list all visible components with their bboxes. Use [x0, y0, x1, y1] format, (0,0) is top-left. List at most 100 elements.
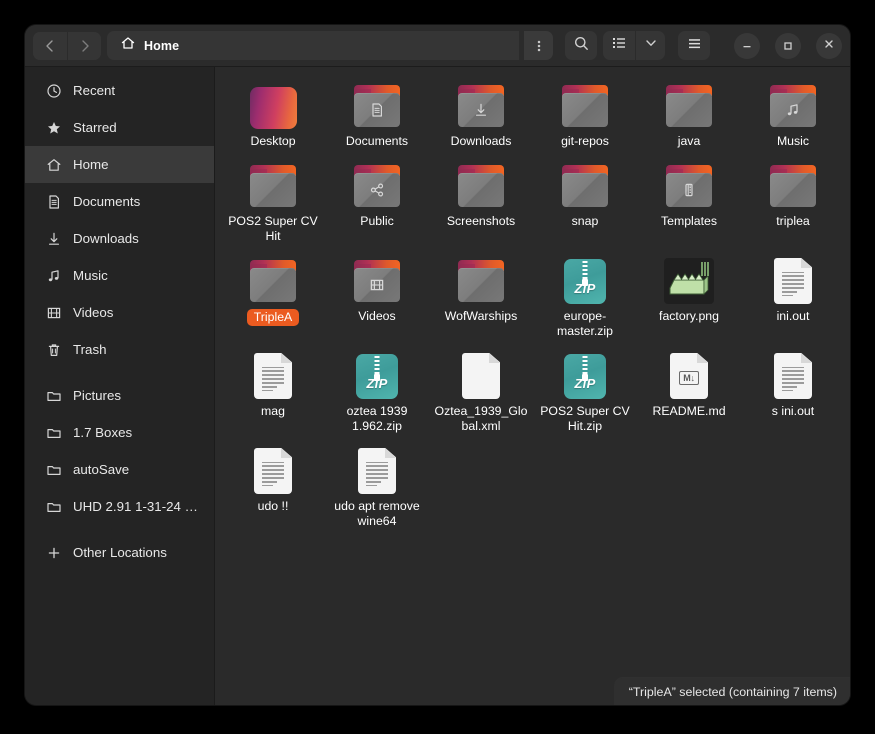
folder-icon	[560, 165, 610, 209]
sidebar-item-recent[interactable]: Recent	[25, 72, 214, 109]
sidebar-item-label: Music	[73, 268, 108, 283]
file-item[interactable]: POS2 Super CV Hit	[221, 155, 325, 250]
sidebar-item-music[interactable]: Music	[25, 257, 214, 294]
sidebar-item-label: Home	[73, 157, 109, 172]
main-menu-button[interactable]	[678, 31, 710, 60]
download-icon	[45, 230, 62, 247]
file-label: java	[677, 134, 701, 148]
sidebar-separator	[25, 368, 214, 377]
list-view-button[interactable]	[603, 31, 635, 60]
file-item[interactable]: M↓ README.md	[637, 345, 741, 440]
forward-button[interactable]	[67, 31, 101, 60]
sidebar-item-pictures[interactable]: Pictures	[25, 377, 214, 414]
folder-icon	[45, 498, 62, 515]
file-item[interactable]: Public	[325, 155, 429, 250]
doc-lines	[262, 461, 284, 487]
file-label: udo apt remove wine64	[334, 499, 420, 528]
file-label: s ini.out	[771, 404, 815, 418]
folder-icon	[248, 260, 298, 304]
file-label: oztea 1939 1.962.zip	[346, 404, 408, 433]
sidebar-item-label: Recent	[73, 83, 116, 98]
sidebar-item-1-7-boxes[interactable]: 1.7 Boxes	[25, 414, 214, 451]
file-item[interactable]: mag	[221, 345, 325, 440]
sidebar-item-documents[interactable]: Documents	[25, 183, 214, 220]
window-body: Recent Starred Home Documents Downloads Music…	[25, 67, 850, 705]
doc-lines	[782, 271, 804, 297]
file-icon	[557, 79, 613, 129]
file-item[interactable]: TripleA	[221, 250, 325, 345]
folder-icon	[768, 165, 818, 209]
file-item[interactable]: git-repos	[533, 75, 637, 155]
file-item[interactable]: Screenshots	[429, 155, 533, 250]
file-label: README.md	[652, 404, 726, 418]
file-label: ini.out	[776, 309, 810, 323]
file-item[interactable]: Downloads	[429, 75, 533, 155]
path-bar[interactable]: Home	[107, 31, 519, 60]
folder-icon	[560, 85, 610, 129]
file-item[interactable]: Videos	[325, 250, 429, 345]
sidebar-item-downloads[interactable]: Downloads	[25, 220, 214, 257]
file-item[interactable]: Templates	[637, 155, 741, 250]
sidebar-item-label: Documents	[73, 194, 141, 209]
view-dropdown-button[interactable]	[635, 31, 665, 60]
file-item[interactable]: ZiP POS2 Super CV Hit.zip	[533, 345, 637, 440]
folder-icon	[456, 85, 506, 129]
minimize-button[interactable]	[734, 32, 760, 59]
chevron-down-icon	[644, 36, 658, 55]
file-label: europe-master.zip	[556, 309, 614, 338]
file-item[interactable]: ini.out	[741, 250, 845, 345]
file-label: triplea	[776, 214, 810, 228]
close-icon	[823, 37, 835, 55]
close-button[interactable]	[816, 32, 842, 59]
file-item[interactable]: triplea	[741, 155, 845, 250]
file-item[interactable]: s ini.out	[741, 345, 845, 440]
search-button[interactable]	[565, 31, 597, 60]
file-item[interactable]: Desktop	[221, 75, 325, 155]
doc-lines	[782, 366, 804, 392]
sidebar-item-starred[interactable]: Starred	[25, 109, 214, 146]
file-item[interactable]: Oztea_1939_Global.xml	[429, 345, 533, 440]
doc-lines	[366, 461, 388, 487]
sidebar-item-home[interactable]: Home	[25, 146, 214, 183]
file-item[interactable]: java	[637, 75, 741, 155]
file-item[interactable]: factory.png	[637, 250, 741, 345]
document-icon	[45, 193, 62, 210]
maximize-button[interactable]	[775, 32, 801, 59]
file-item[interactable]: udo apt remove wine64	[325, 440, 429, 535]
file-item[interactable]: ZiP europe-master.zip	[533, 250, 637, 345]
sidebar-item-autosave[interactable]: autoSave	[25, 451, 214, 488]
path-options-button[interactable]	[524, 31, 553, 60]
file-label: Music	[776, 134, 810, 148]
sidebar-item-label: Downloads	[73, 231, 139, 246]
home-icon	[120, 35, 136, 56]
file-item[interactable]: ZiP oztea 1939 1.962.zip	[325, 345, 429, 440]
list-view-icon	[611, 35, 627, 56]
file-icon	[453, 254, 509, 304]
file-icon	[765, 349, 821, 399]
file-label: Screenshots	[446, 214, 516, 228]
sidebar-item-other-locations[interactable]: Other Locations	[25, 534, 214, 571]
file-grid-area: Desktop Documents Downloads git-repos java Mu…	[215, 67, 850, 705]
file-item[interactable]: Music	[741, 75, 845, 155]
sidebar-item-uhd-2-91-1-31-24[interactable]: UHD 2.91 1-31-24 …	[25, 488, 214, 525]
home-icon	[45, 156, 62, 173]
header-bar: Home	[25, 25, 850, 67]
sidebar-item-videos[interactable]: Videos	[25, 294, 214, 331]
file-item[interactable]: udo !!	[221, 440, 325, 535]
sidebar-item-trash[interactable]: Trash	[25, 331, 214, 368]
file-label: mag	[261, 404, 285, 418]
file-item[interactable]: snap	[533, 155, 637, 250]
zip-archive-icon: ZiP	[564, 259, 606, 304]
trash-icon	[45, 341, 62, 358]
star-icon	[45, 119, 62, 136]
file-icon	[245, 444, 301, 494]
status-bar: “TripleA” selected (containing 7 items)	[613, 678, 850, 705]
text-file-icon	[774, 353, 812, 399]
back-button[interactable]	[33, 31, 67, 60]
file-icon	[245, 159, 301, 209]
file-grid: Desktop Documents Downloads git-repos java Mu…	[215, 67, 850, 535]
file-item[interactable]: Documents	[325, 75, 429, 155]
doc-lines	[262, 366, 284, 392]
status-text: “TripleA” selected (containing 7 items)	[628, 684, 837, 699]
file-item[interactable]: WofWarships	[429, 250, 533, 345]
